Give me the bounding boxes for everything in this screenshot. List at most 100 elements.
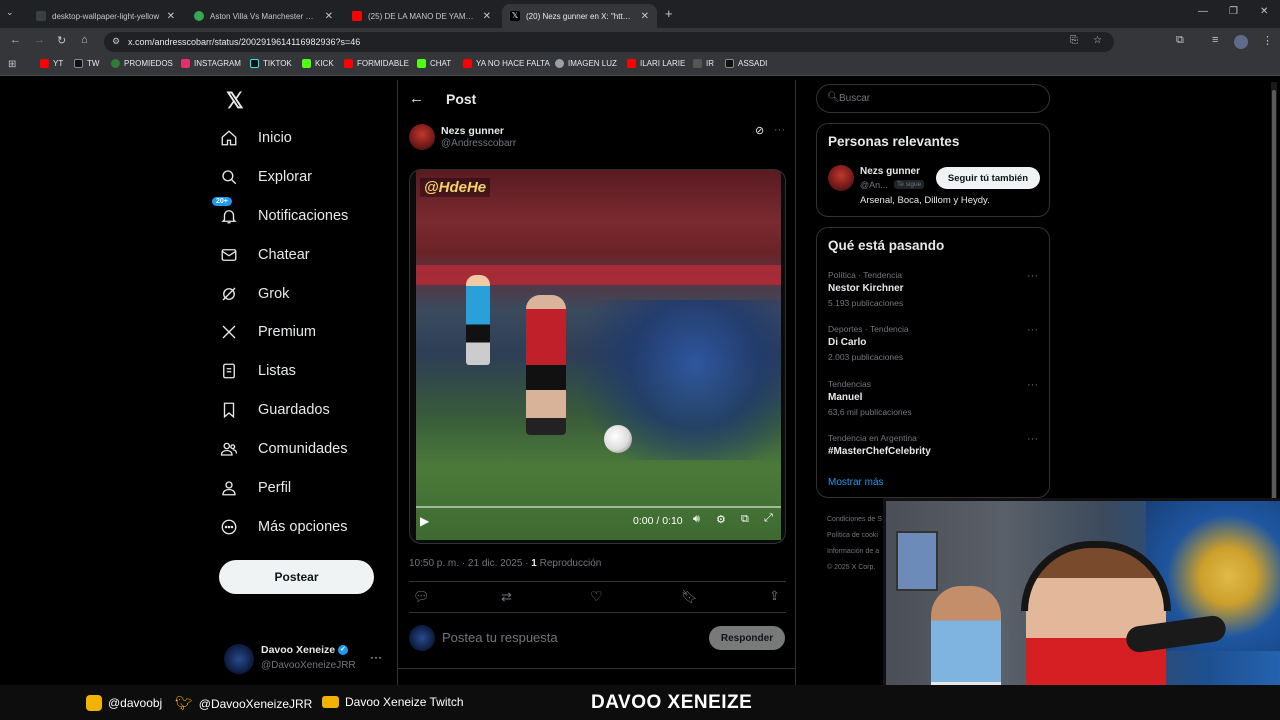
forward-icon[interactable]: → <box>34 34 45 46</box>
x-logo-icon[interactable]: 𝕏 <box>226 88 244 114</box>
pip-icon[interactable]: ⧉ <box>741 513 749 526</box>
repost-icon[interactable]: ⇄ <box>501 589 512 605</box>
volume-icon[interactable]: 🔊︎ <box>693 513 700 526</box>
fullscreen-icon[interactable]: ⤢ <box>764 512 773 525</box>
reading-list-icon[interactable]: ≡ <box>1212 34 1218 46</box>
show-more-link[interactable]: Mostrar más <box>828 477 884 488</box>
bookmark-tiktok[interactable]: TIKTOK <box>250 59 292 68</box>
nav-notificaciones[interactable]: 20+ Notificaciones <box>212 197 348 228</box>
nav-guardados[interactable]: Guardados <box>218 398 330 422</box>
bookmark-tiktok-label: TIKTOK <box>263 59 292 68</box>
author-name[interactable]: Nezs gunner <box>441 125 504 137</box>
trend-item[interactable]: Tendencia en Argentina #MasterChefCelebr… <box>828 433 1038 457</box>
video-player[interactable]: @HdeHe ▶ 0:00 / 0:10 🔊︎ ⚙ ⧉ ⤢ <box>409 169 786 544</box>
nav-comunidades[interactable]: Comunidades <box>218 437 347 461</box>
follow-button[interactable]: Seguir tú también <box>936 167 1040 189</box>
profile-avatar[interactable] <box>1234 35 1248 49</box>
bookmark-yt[interactable]: YT <box>40 59 63 68</box>
footer-links: Condiciones de S Política de cooki Infor… <box>827 512 887 576</box>
tab-4-close-icon[interactable]: ✕ <box>641 11 649 22</box>
trend-more-icon[interactable]: ··· <box>1027 324 1038 336</box>
trend-item[interactable]: Deportes · Tendencia Di Carlo 2.003 publ… <box>828 324 1038 362</box>
new-tab-button[interactable]: + <box>665 6 673 21</box>
bookmark-ilari-larie[interactable]: ILARI LARIE <box>627 59 685 68</box>
nav-mas-opciones[interactable]: Más opciones <box>218 515 347 539</box>
account-switcher[interactable]: Davoo Xeneize ✓ @DavooXeneizeJRR ··· <box>224 642 384 678</box>
share-icon[interactable]: ⇪ <box>769 588 780 604</box>
nav-inicio[interactable]: Inicio <box>218 126 292 150</box>
bookmark-ya-no-hace-falta[interactable]: YA NO HACE FALTA <box>463 59 550 68</box>
restore-button[interactable]: ❐ <box>1229 6 1238 17</box>
extensions-icon[interactable]: ⧉ <box>1176 34 1184 47</box>
reload-icon[interactable]: ↻ <box>57 34 66 47</box>
play-icon[interactable]: ▶ <box>420 514 429 528</box>
video-time: 0:00 / 0:10 <box>633 515 683 527</box>
bookmark-promiedos[interactable]: PROMIEDOS <box>111 59 173 68</box>
nav-grok[interactable]: Grok <box>218 282 289 306</box>
back-arrow-icon[interactable]: ← <box>409 90 424 107</box>
footer-link-info[interactable]: Información de a <box>827 544 887 560</box>
post-more-icon[interactable]: ··· <box>774 124 785 136</box>
nav-perfil[interactable]: Perfil <box>218 476 291 500</box>
footer-link-cookies[interactable]: Política de cooki <box>827 528 887 544</box>
nav-chatear-label: Chatear <box>258 247 310 263</box>
post-button[interactable]: Postear <box>219 560 374 594</box>
account-more-icon[interactable]: ··· <box>370 650 382 664</box>
tab-1-close-icon[interactable]: ✕ <box>167 11 175 22</box>
nav-chatear[interactable]: Chatear <box>218 243 310 267</box>
x-icon <box>725 59 734 68</box>
trend-more-icon[interactable]: ··· <box>1027 270 1038 282</box>
tab-1[interactable]: desktop-wallpaper-light-yellow ✕ <box>28 4 183 28</box>
bookmark-formidable[interactable]: FORMIDABLE <box>344 59 409 68</box>
apps-grid-icon[interactable]: ⊞ <box>8 59 16 70</box>
site-info-icon[interactable]: ⚙ <box>112 36 120 47</box>
reply-button[interactable]: Responder <box>709 626 785 650</box>
tab-2[interactable]: Aston Villa Vs Manchester Unit ✕ <box>186 4 341 28</box>
relevant-avatar[interactable] <box>828 165 854 191</box>
post-date[interactable]: 10:50 p. m. · 21 dic. 2025 · <box>409 558 531 569</box>
bookmark-assadi[interactable]: ASSADI <box>725 59 767 68</box>
back-icon[interactable]: ← <box>10 34 21 46</box>
nav-explorar[interactable]: Explorar <box>218 165 312 189</box>
like-icon[interactable]: ♡ <box>590 588 603 605</box>
bookmark-instagram[interactable]: INSTAGRAM <box>181 59 241 68</box>
trend-more-icon[interactable]: ··· <box>1027 379 1038 391</box>
search-icon <box>218 166 240 188</box>
install-app-icon[interactable]: ⎘ <box>1070 35 1078 46</box>
reply-icon[interactable]: 💬︎ <box>413 589 430 605</box>
tab-4-active[interactable]: 𝕏 (20) Nezs gunner en X: "https:// ✕ <box>502 4 657 28</box>
settings-icon[interactable]: ⚙ <box>716 513 726 526</box>
bookmark-ir[interactable]: IR <box>693 59 714 68</box>
tab-search-button[interactable]: ⌄ <box>6 7 14 18</box>
author-handle[interactable]: @Andresscobarr <box>441 138 516 149</box>
author-avatar[interactable] <box>409 124 435 150</box>
bookmark-tw[interactable]: TW <box>74 59 99 68</box>
scrollbar-thumb[interactable] <box>1272 90 1276 510</box>
bookmark-imagen-luz[interactable]: IMAGEN LUZ <box>555 59 617 68</box>
close-window-button[interactable]: ✕ <box>1260 6 1268 17</box>
nav-premium[interactable]: Premium <box>218 320 316 344</box>
tab-3[interactable]: (25) DE LA MANO DE YAMAL, E ✕ <box>344 4 499 28</box>
trend-more-icon[interactable]: ··· <box>1027 433 1038 445</box>
nav-perfil-label: Perfil <box>258 480 292 496</box>
home-browser-icon[interactable]: ⌂ <box>81 34 88 46</box>
tab-2-close-icon[interactable]: ✕ <box>325 11 333 22</box>
bookmark-post-icon[interactable]: 🔖︎ <box>681 589 698 605</box>
address-bar[interactable]: ⚙ x.com/andresscobarr/status/20029196141… <box>104 32 1114 52</box>
trend-item[interactable]: Tendencias Manuel 63,6 mil publicaciones… <box>828 379 1038 417</box>
reply-input[interactable]: Postea tu respuesta <box>442 630 558 645</box>
bookmark-chat[interactable]: CHAT <box>417 59 451 68</box>
video-progress-track[interactable] <box>416 506 781 508</box>
bookmark-kick[interactable]: KICK <box>302 59 334 68</box>
nav-listas[interactable]: Listas <box>218 359 296 383</box>
search-box[interactable]: 🔍︎ Buscar <box>816 84 1050 113</box>
bookmark-star-icon[interactable]: ☆ <box>1093 35 1102 46</box>
relevant-name[interactable]: Nezs gunner <box>860 166 920 177</box>
minimize-button[interactable]: — <box>1198 6 1208 17</box>
browser-menu-icon[interactable]: ⋮ <box>1262 34 1273 47</box>
stream-footer-bar: @davoobj 🐦︎ @DavooXeneizeJRR Davoo Xeneiz… <box>0 685 1280 720</box>
tab-3-close-icon[interactable]: ✕ <box>483 11 491 22</box>
trend-item[interactable]: Política · Tendencia Nestor Kirchner 5.1… <box>828 270 1038 308</box>
footer-link-terms[interactable]: Condiciones de S <box>827 512 887 528</box>
grok-analyze-icon[interactable]: ⊘ <box>755 124 764 137</box>
